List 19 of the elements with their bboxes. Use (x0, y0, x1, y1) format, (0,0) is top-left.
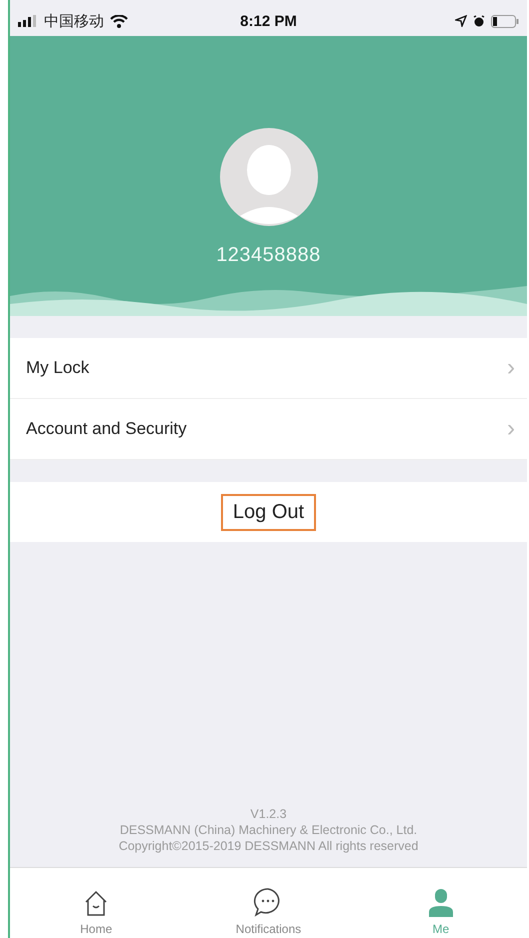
wifi-icon (110, 14, 128, 28)
menu-item[interactable]: Account and Security › (10, 399, 527, 460)
menu-item[interactable]: My Lock › (10, 338, 527, 399)
status-time: 8:12 PM (240, 12, 297, 30)
carrier-name: 中国移动 (44, 12, 104, 30)
alarm-icon (473, 15, 485, 27)
battery-icon (491, 14, 519, 28)
avatar-icon (220, 128, 318, 226)
signal-icon (18, 15, 38, 27)
person-icon (428, 889, 454, 917)
location-icon (455, 15, 467, 27)
footer-text: V1.2.3 (249, 807, 288, 821)
tab-item[interactable]: Home (41, 868, 152, 938)
footer-text: DESSMANN (China) Machinery & Electronic Co., Ltd. (118, 823, 418, 837)
username: 123458888 (216, 244, 321, 267)
log-out-button[interactable]: Log Out (220, 494, 316, 530)
home-icon (84, 889, 108, 917)
footer-text: Copyright©2015-2019 DESSMANN All rights reserved (118, 839, 418, 853)
tab-item[interactable]: Notifications (213, 868, 324, 938)
